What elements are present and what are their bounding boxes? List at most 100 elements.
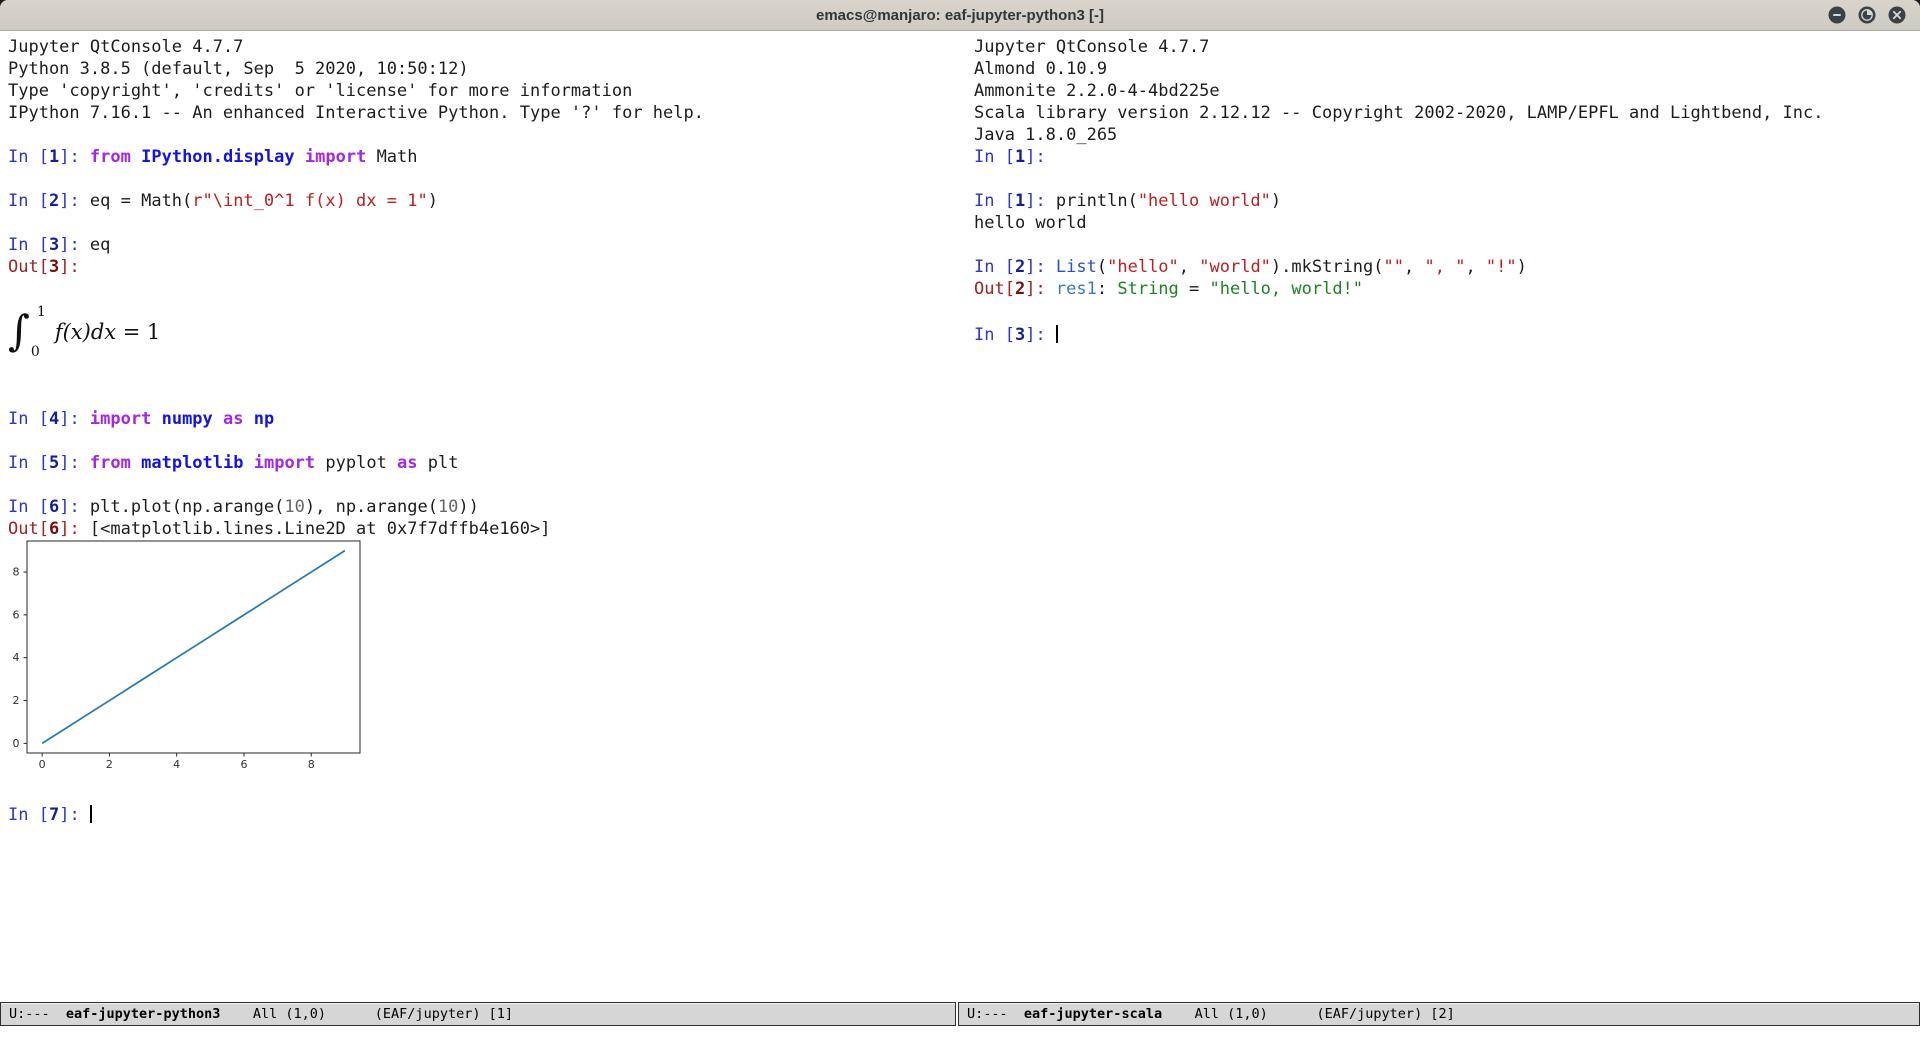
- python-console-pane[interactable]: Jupyter QtConsole 4.7.7Python 3.8.5 (def…: [0, 31, 966, 1002]
- code-token: from: [90, 453, 131, 473]
- console-line: [8, 474, 966, 496]
- title-bar[interactable]: emacs@manjaro: eaf-jupyter-python3 [-]: [0, 0, 1920, 31]
- console-line: Jupyter QtConsole 4.7.7: [974, 36, 1920, 58]
- code-token: List: [1056, 257, 1097, 277]
- code-token: "hello": [1107, 257, 1179, 277]
- code-token: 6: [49, 519, 59, 539]
- code-token: eaf-jupyter-python3: [66, 1006, 220, 1022]
- console-line: Type 'copyright', 'credits' or 'license'…: [8, 80, 966, 102]
- code-token: IPython 7.16.1 -- An enhanced Interactiv…: [8, 103, 704, 123]
- code-token: as: [223, 409, 243, 429]
- code-token: res1: [1056, 279, 1097, 299]
- code-token: plt: [418, 453, 459, 473]
- code-token: ]:: [59, 191, 90, 211]
- code-token: [244, 409, 254, 429]
- code-token: from: [90, 147, 131, 167]
- console-line: [974, 300, 1920, 322]
- code-token: All (1,0): [253, 1006, 326, 1022]
- code-token: ]:: [59, 453, 90, 473]
- scala-console-pane[interactable]: Jupyter QtConsole 4.7.7Almond 0.10.9Ammo…: [966, 31, 1920, 1002]
- code-token: 1: [1015, 147, 1025, 167]
- console-line: In [1]: from IPython.display import Math: [8, 146, 966, 168]
- close-icon: [1888, 6, 1906, 24]
- window-title: emacs@manjaro: eaf-jupyter-python3 [-]: [816, 7, 1104, 24]
- code-token: ]:: [59, 147, 90, 167]
- code-token: ]:: [1025, 257, 1056, 277]
- code-token: ]:: [1025, 279, 1056, 299]
- code-token: [1268, 1006, 1317, 1022]
- console-line: [8, 364, 966, 386]
- maximize-button[interactable]: [1858, 6, 1876, 24]
- code-token: 6: [49, 497, 59, 517]
- code-token: import: [254, 453, 315, 473]
- mode-lines: U:--- eaf-jupyter-python3 All (1,0) (EAF…: [0, 1002, 1920, 1026]
- code-token: In [: [974, 147, 1015, 167]
- code-token: ]:: [59, 497, 90, 517]
- code-token: =: [1179, 279, 1210, 299]
- latex-equation-output: ∫10f(x)dx = 1: [8, 300, 966, 364]
- code-token: 3: [1015, 325, 1025, 345]
- code-token: 1: [49, 147, 59, 167]
- code-token: eq: [90, 235, 110, 255]
- code-token: [213, 409, 223, 429]
- svg-text:0: 0: [13, 737, 20, 750]
- console-line: In [7]:: [8, 802, 966, 824]
- code-token: ]:: [59, 409, 90, 429]
- minimize-button[interactable]: [1828, 6, 1846, 24]
- console-line: Java 1.8.0_265: [974, 124, 1920, 146]
- code-token: Out[: [8, 519, 49, 539]
- code-token: [326, 1006, 375, 1022]
- code-token: 5: [49, 453, 59, 473]
- code-token: :: [1097, 279, 1117, 299]
- code-token: r"\int_0^1 f(x) dx = 1": [192, 191, 427, 211]
- svg-text:0: 0: [39, 758, 46, 771]
- console-line: [8, 124, 966, 146]
- integral-limits: 10: [31, 305, 46, 359]
- integral-lower-limit: 0: [31, 345, 46, 359]
- svg-text:4: 4: [13, 651, 20, 664]
- code-token: 2: [1015, 279, 1025, 299]
- console-line: [8, 212, 966, 234]
- console-line: In [6]: plt.plot(np.arange(10), np.arang…: [8, 496, 966, 518]
- code-token: ).mkString(: [1271, 257, 1384, 277]
- code-token: ,: [1404, 257, 1424, 277]
- code-token: [295, 147, 305, 167]
- console-line: In [3]: eq: [8, 234, 966, 256]
- code-token: plt.plot(np.arange(: [90, 497, 284, 517]
- code-token: Java 1.8.0_265: [974, 125, 1117, 145]
- code-token: [50, 1006, 66, 1022]
- math-body: f(x)dx: [55, 321, 116, 343]
- code-token: In [: [974, 257, 1015, 277]
- code-token: matplotlib: [141, 453, 243, 473]
- matplotlib-figure: 0246802468: [0, 540, 966, 780]
- code-token: [<matplotlib.lines.Line2D at 0x7f7dffb4e…: [90, 519, 551, 539]
- code-token: ): [1271, 191, 1281, 211]
- text-cursor: [1056, 325, 1058, 343]
- code-token: [243, 453, 253, 473]
- maximize-icon: [1858, 6, 1876, 24]
- svg-text:8: 8: [13, 566, 20, 579]
- code-token: [1162, 1006, 1195, 1022]
- minibuffer-echo-area[interactable]: [0, 1026, 1920, 1051]
- console-line: Out[2]: res1: String = "hello, world!": [974, 278, 1920, 300]
- code-token: Math: [366, 147, 417, 167]
- code-token: println(: [1056, 191, 1138, 211]
- code-token: 3: [49, 257, 59, 277]
- code-token: In [: [8, 497, 49, 517]
- code-token: ): [428, 191, 438, 211]
- code-token: 10: [284, 497, 304, 517]
- svg-text:2: 2: [106, 758, 113, 771]
- code-token: 4: [49, 409, 59, 429]
- close-button[interactable]: [1888, 6, 1906, 24]
- code-token: ,: [1179, 257, 1199, 277]
- console-line: Python 3.8.5 (default, Sep 5 2020, 10:50…: [8, 58, 966, 80]
- code-token: [220, 1006, 253, 1022]
- minimize-icon: [1828, 6, 1846, 24]
- integral-upper-limit: 1: [37, 305, 46, 319]
- code-token: In [: [8, 147, 49, 167]
- code-token: ]:: [59, 805, 90, 825]
- code-token: 2: [1015, 257, 1025, 277]
- code-token: In [: [8, 409, 49, 429]
- code-token: [131, 147, 141, 167]
- code-token: U:---: [967, 1006, 1008, 1022]
